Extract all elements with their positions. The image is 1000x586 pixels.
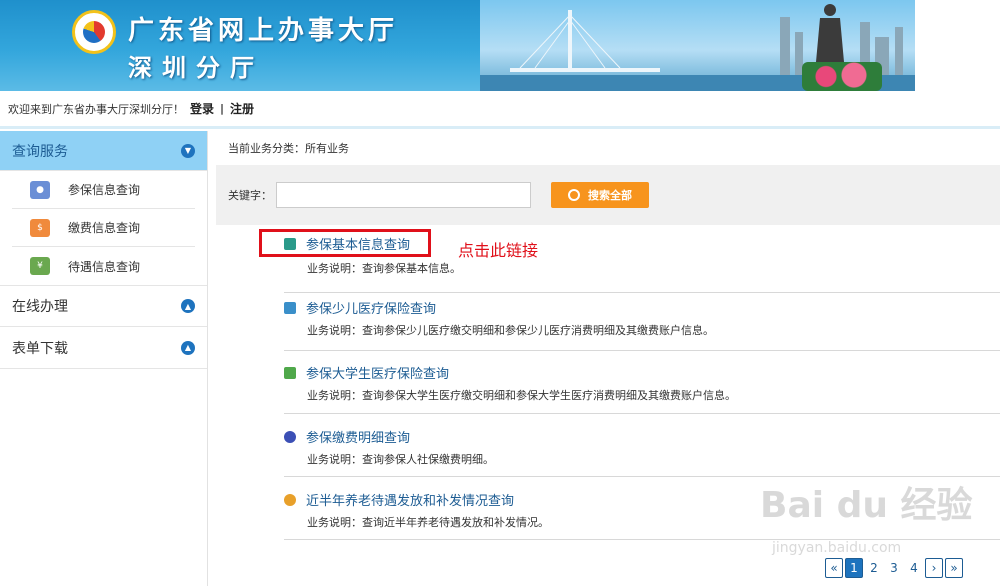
student-icon [284, 366, 296, 379]
service-desc: 业务说明：查询参保基本信息。 [307, 262, 461, 275]
page-2-button[interactable]: 2 [865, 558, 883, 578]
payment-detail-icon [284, 430, 296, 443]
sidebar-section-label: 查询服务 [12, 143, 68, 160]
sidebar-section-online-handling[interactable]: 在线办理 ▲ [0, 285, 207, 327]
service-desc: 业务说明：查询参保大学生医疗缴交明细和参保大学生医疗消费明细及其缴费账户信息。 [307, 389, 736, 402]
top-bar: 欢迎来到广东省办事大厅深圳分厅！ 登录 | 注册 [0, 91, 1000, 129]
sidebar-item-payment-info[interactable]: $ 缴费信息查询 [12, 209, 195, 247]
page-3-button[interactable]: 3 [885, 558, 903, 578]
medal-icon [284, 493, 296, 506]
service-link[interactable]: 参保缴费明细查询 [306, 427, 410, 446]
last-page-button[interactable]: » [945, 558, 963, 578]
breadcrumb: 当前业务分类：所有业务 [228, 142, 349, 155]
list-item: 参保缴费明细查询 业务说明：查询参保人社保缴费明细。 [284, 414, 1000, 477]
login-link[interactable]: 登录 [190, 100, 214, 117]
highlight-box [259, 229, 431, 257]
city-skyline-image [480, 0, 915, 91]
page-1-button[interactable]: 1 [845, 558, 863, 578]
search-bar: 关键字： 搜索全部 [216, 165, 1000, 225]
search-all-button[interactable]: 搜索全部 [551, 182, 649, 208]
welcome-text: 欢迎来到广东省办事大厅深圳分厅！ [8, 102, 184, 116]
sidebar-section-label: 在线办理 [12, 299, 68, 315]
header: 广东省网上办事大厅 深圳分厅 [0, 0, 1000, 91]
chevron-down-icon[interactable]: ▼ [181, 143, 195, 158]
bridge-icon [510, 10, 660, 72]
service-link[interactable]: 近半年养老待遇发放和补发情况查询 [306, 490, 514, 509]
emblem-logo-icon [72, 10, 116, 54]
sidebar-item-label: 待遇信息查询 [68, 259, 141, 274]
sidebar-item-label: 参保信息查询 [68, 183, 141, 197]
service-link[interactable]: 参保大学生医疗保险查询 [306, 363, 449, 382]
sidebar-section-label: 表单下载 [12, 340, 68, 357]
service-desc: 业务说明：查询近半年养老待遇发放和补发情况。 [307, 516, 549, 529]
site-subtitle: 深圳分厅 [128, 54, 264, 82]
chevron-up-icon[interactable]: ▲ [181, 340, 195, 355]
service-link[interactable]: 参保少儿医疗保险查询 [306, 298, 436, 317]
money-icon: ¥ [30, 257, 50, 275]
search-button-label: 搜索全部 [588, 189, 632, 202]
site-title: 广东省网上办事大厅 [128, 16, 399, 46]
first-page-button[interactable]: « [825, 558, 843, 578]
next-page-button[interactable]: › [925, 558, 943, 578]
sidebar-item-label: 缴费信息查询 [68, 221, 141, 235]
watermark-brand: Bai du 经验 [760, 485, 973, 526]
keyword-input[interactable] [276, 182, 531, 208]
person-icon: ● [30, 180, 50, 199]
sidebar-item-benefit-info[interactable]: ¥ 待遇信息查询 [12, 247, 195, 285]
sidebar-item-insurance-info[interactable]: ● 参保信息查询 [12, 171, 195, 209]
search-icon [568, 189, 580, 201]
chevron-up-icon[interactable]: ▲ [181, 299, 195, 313]
keyword-label: 关键字： [228, 189, 272, 202]
list-item: 参保大学生医疗保险查询 业务说明：查询参保大学生医疗缴交明细和参保大学生医疗消费… [284, 351, 1000, 414]
header-banner: 广东省网上办事大厅 深圳分厅 [0, 0, 915, 91]
annotation-text: 点击此链接 [458, 241, 539, 260]
payment-icon: $ [30, 218, 50, 237]
register-link[interactable]: 注册 [230, 100, 254, 117]
service-desc: 业务说明：查询参保少儿医疗缴交明细和参保少儿医疗消费明细及其缴费账户信息。 [307, 324, 714, 337]
sidebar: 查询服务 ▼ ● 参保信息查询 $ 缴费信息查询 ¥ 待遇信息查询 在线办理 ▲… [0, 131, 208, 586]
sidebar-section-query-services[interactable]: 查询服务 ▼ [0, 131, 207, 171]
flowers-image [802, 62, 882, 91]
watermark-url: jingyan.baidu.com [772, 540, 902, 556]
sidebar-section-form-download[interactable]: 表单下载 ▲ [0, 327, 207, 369]
pagination: « 1 2 3 4 › » [825, 558, 963, 578]
page-4-button[interactable]: 4 [905, 558, 923, 578]
topbar-separator: | [220, 102, 225, 115]
list-item: 参保少儿医疗保险查询 业务说明：查询参保少儿医疗缴交明细和参保少儿医疗消费明细及… [284, 288, 1000, 351]
child-icon [284, 301, 296, 314]
service-desc: 业务说明：查询参保人社保缴费明细。 [307, 453, 494, 466]
